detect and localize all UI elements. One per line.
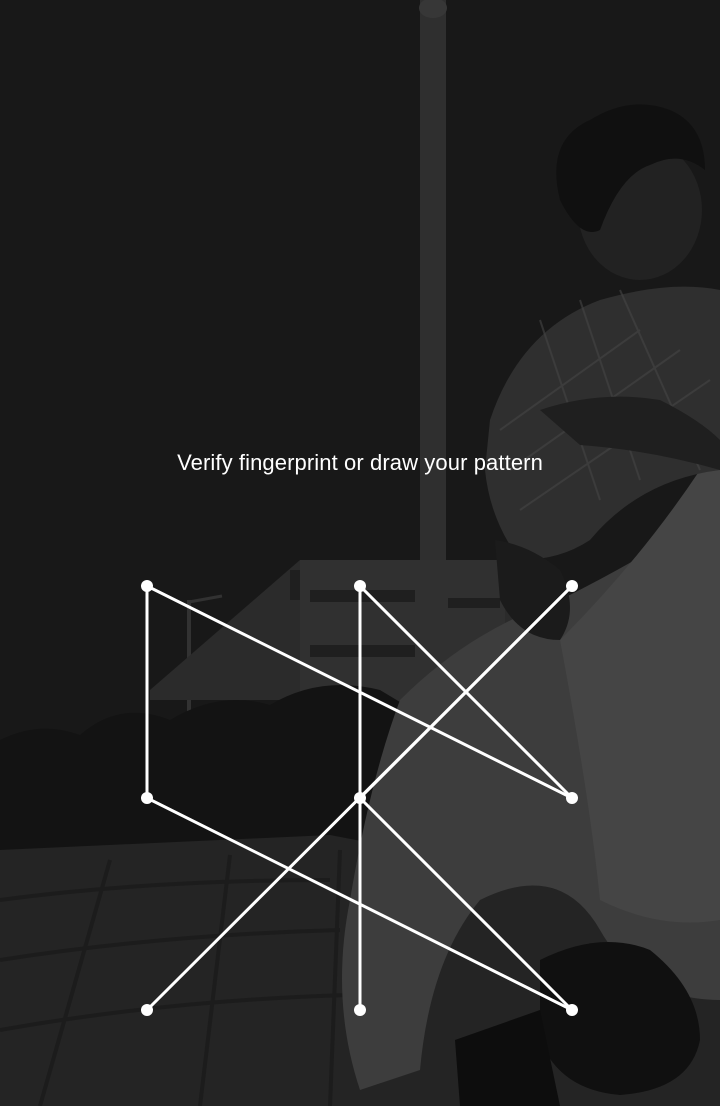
pattern-dot-6[interactable]: [566, 792, 578, 804]
pattern-dot-1[interactable]: [141, 580, 153, 592]
pattern-dot-2[interactable]: [354, 580, 366, 592]
pattern-dot-4[interactable]: [141, 792, 153, 804]
pattern-dot-5[interactable]: [354, 792, 366, 804]
lock-screen: Verify fingerprint or draw your pattern: [0, 0, 720, 1106]
pattern-lock-pad[interactable]: [0, 0, 720, 1106]
pattern-dot-8[interactable]: [354, 1004, 366, 1016]
pattern-dot-7[interactable]: [141, 1004, 153, 1016]
pattern-dot-3[interactable]: [566, 580, 578, 592]
pattern-dot-9[interactable]: [566, 1004, 578, 1016]
pattern-segment: [358, 796, 574, 1012]
